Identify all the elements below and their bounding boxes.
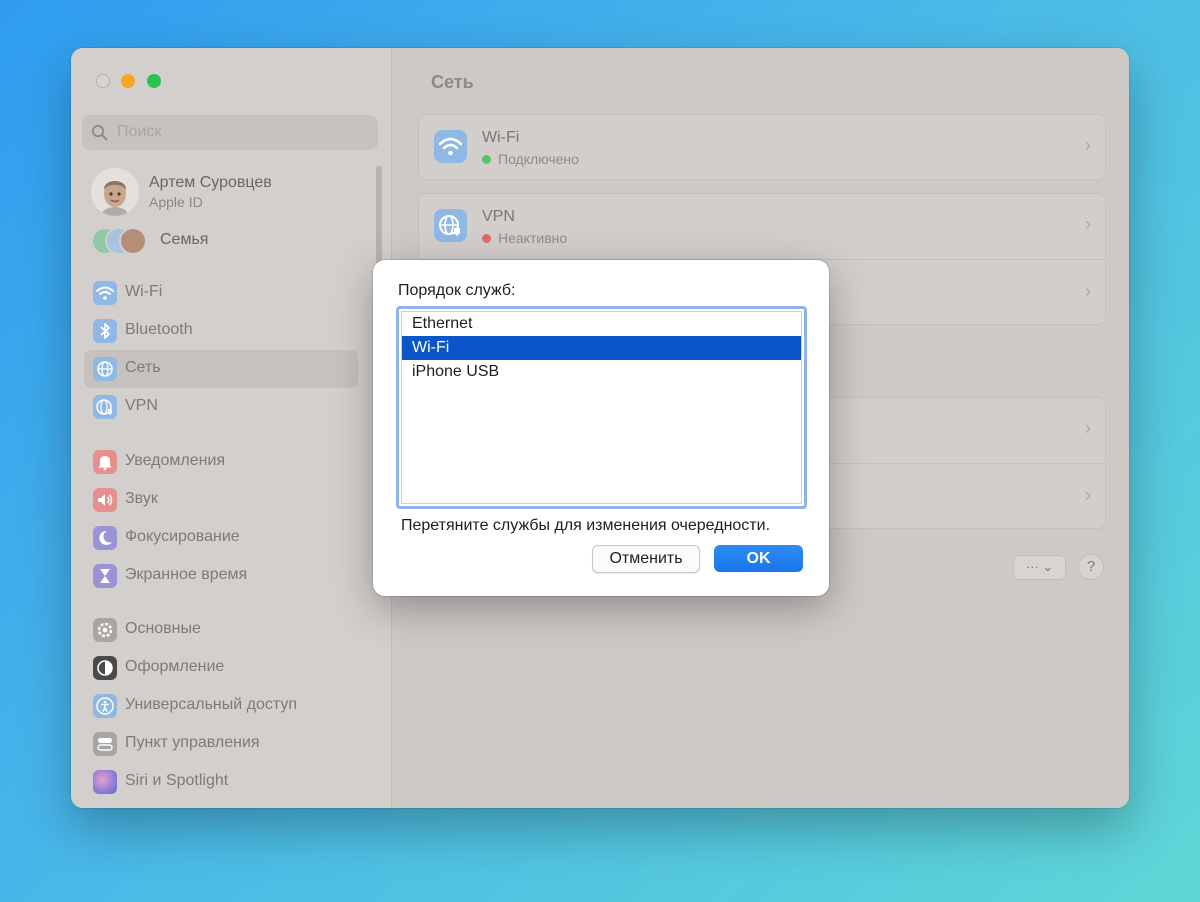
chevron-right-icon[interactable]: › xyxy=(1085,485,1091,506)
sidebar-item-appearance[interactable]: Оформление xyxy=(84,649,358,687)
page-title: Сеть xyxy=(431,72,474,92)
list-frame: Ethernet Wi-Fi iPhone USB xyxy=(401,311,802,504)
sidebar-item-notifications[interactable]: Уведомления xyxy=(84,443,358,481)
service-status: Неактивно xyxy=(482,230,567,246)
service-name: Wi-Fi xyxy=(482,129,520,146)
control-center-icon xyxy=(93,732,117,756)
sidebar-item-accessibility[interactable]: Универсальный доступ xyxy=(84,687,358,725)
sidebar-item-label: VPN xyxy=(125,397,158,414)
status-dot xyxy=(482,234,491,243)
sidebar-item-screen-time[interactable]: Экранное время xyxy=(84,557,358,595)
sidebar-item-focus[interactable]: Фокусирование xyxy=(84,519,358,557)
siri-icon xyxy=(93,770,117,794)
appearance-icon xyxy=(93,656,117,680)
search-input[interactable]: Поиск xyxy=(82,115,378,150)
search-placeholder: Поиск xyxy=(117,123,162,140)
sidebar-item-control-center[interactable]: Пункт управления xyxy=(84,725,358,763)
sidebar-item-label: Bluetooth xyxy=(125,321,193,338)
sidebar-item-label: Оформление xyxy=(125,658,225,675)
chevron-right-icon: › xyxy=(1085,135,1091,155)
memoji-icon xyxy=(91,168,139,216)
sidebar-item-label: Основные xyxy=(125,620,201,637)
speaker-icon xyxy=(93,488,117,512)
service-status: Подключено xyxy=(482,151,579,167)
more-actions-button[interactable]: ··· ⌄ xyxy=(1013,555,1066,580)
family-label: Семья xyxy=(160,231,209,248)
family-avatar xyxy=(119,227,147,255)
sidebar-item-general[interactable]: Основные xyxy=(84,611,358,649)
hourglass-icon xyxy=(93,564,117,588)
minimize-window-button[interactable] xyxy=(121,74,135,88)
sidebar-item-label: Wi-Fi xyxy=(125,283,163,300)
service-order-list[interactable]: Ethernet Wi-Fi iPhone USB xyxy=(396,306,807,509)
vpn-globe-icon xyxy=(434,209,467,242)
family-item[interactable]: Семья xyxy=(91,225,291,255)
dialog-label: Порядок служб: xyxy=(398,282,516,299)
service-status-text: Неактивно xyxy=(498,230,568,246)
user-name: Артем Суровцев xyxy=(149,174,272,191)
help-button[interactable]: ? xyxy=(1078,554,1104,580)
user-subtitle: Apple ID xyxy=(149,194,203,210)
accessibility-icon xyxy=(93,694,117,718)
sidebar-item-wifi[interactable]: Wi-Fi xyxy=(84,274,358,312)
sidebar-item-label: Универсальный доступ xyxy=(125,696,298,713)
dialog-hint: Перетяните службы для изменения очередно… xyxy=(401,517,771,534)
sidebar-scrollbar[interactable] xyxy=(376,166,382,266)
list-item-selected[interactable]: Wi-Fi xyxy=(402,336,801,360)
sidebar-item-label: Фокусирование xyxy=(125,528,240,545)
service-order-dialog: Порядок служб: Ethernet Wi-Fi iPhone USB… xyxy=(373,260,829,596)
sidebar-item-label: Уведомления xyxy=(125,452,226,469)
sidebar-item-label: Звук xyxy=(125,490,158,507)
sidebar-item-bluetooth[interactable]: Bluetooth xyxy=(84,312,358,350)
chevron-right-icon[interactable]: › xyxy=(1085,214,1091,235)
sidebar-item-label: Siri и Spotlight xyxy=(125,772,229,789)
gear-icon xyxy=(93,618,117,642)
sidebar-item-vpn[interactable]: VPN xyxy=(84,388,358,426)
sidebar-item-network[interactable]: Сеть xyxy=(84,350,358,388)
wifi-icon xyxy=(93,281,117,305)
service-status-text: Подключено xyxy=(498,151,579,167)
wifi-icon xyxy=(434,130,467,163)
search-icon xyxy=(91,124,108,141)
ok-button[interactable]: OK xyxy=(714,545,803,572)
chevron-right-icon[interactable]: › xyxy=(1085,418,1091,439)
list-item[interactable]: iPhone USB xyxy=(402,360,801,384)
list-item[interactable]: Ethernet xyxy=(402,312,801,336)
status-dot xyxy=(482,155,491,164)
moon-icon xyxy=(93,526,117,550)
service-row-wifi[interactable]: Wi-Fi Подключено › xyxy=(418,114,1106,180)
sidebar-item-siri-spotlight[interactable]: Siri и Spotlight xyxy=(84,763,358,801)
avatar xyxy=(91,168,139,216)
chevron-right-icon[interactable]: › xyxy=(1085,281,1091,302)
sidebar-item-label: Сеть xyxy=(125,359,161,376)
maximize-window-button[interactable] xyxy=(147,74,161,88)
sidebar-item-label: Пункт управления xyxy=(125,734,260,751)
globe-icon xyxy=(93,357,117,381)
sidebar-item-label: Экранное время xyxy=(125,566,248,583)
vpn-globe-icon xyxy=(93,395,117,419)
sidebar-item-sound[interactable]: Звук xyxy=(84,481,358,519)
bluetooth-icon xyxy=(93,319,117,343)
bell-icon xyxy=(93,450,117,474)
cancel-button[interactable]: Отменить xyxy=(592,545,700,573)
service-name: VPN xyxy=(482,208,515,225)
close-window-button[interactable] xyxy=(96,74,110,88)
sidebar: Поиск Артем Суровцев Apple ID Семья Wi-F… xyxy=(71,48,391,808)
